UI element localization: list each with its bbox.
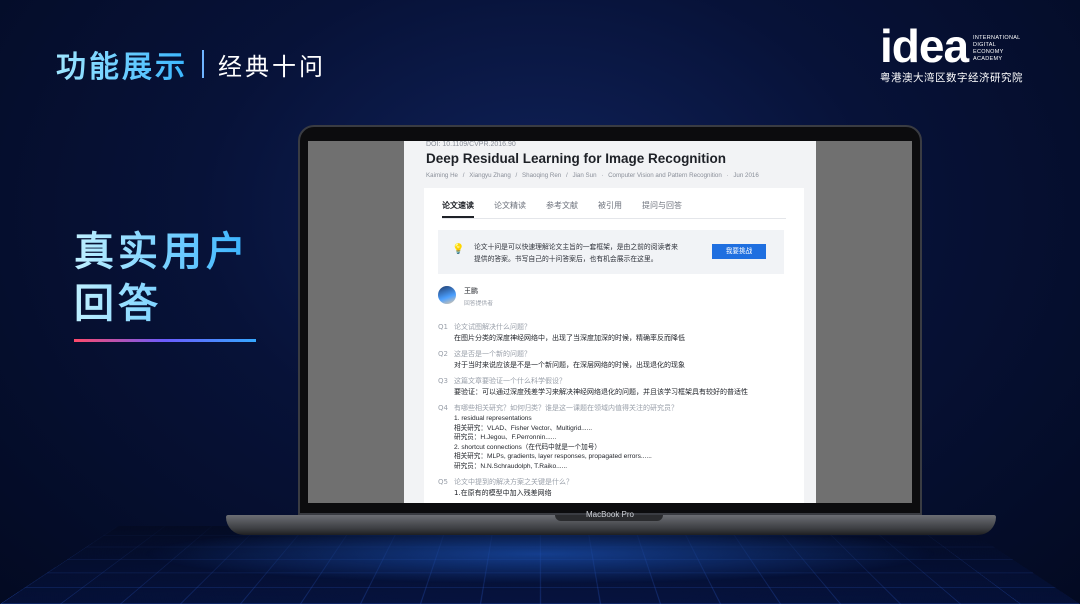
- info-notice: 💡 论文十问是可以快速理解论文主旨的一套框架，是由之前的阅读者来提供的答案。书写…: [438, 230, 784, 274]
- logo-side-text: INTERNATIONAL DIGITAL ECONOMY ACADEMY: [973, 35, 1021, 62]
- slide-subtitle: 经典十问: [218, 52, 326, 81]
- author-link[interactable]: Kaiming He: [426, 172, 458, 179]
- paper-title: Deep Residual Learning for Image Recogni…: [426, 151, 727, 166]
- avatar[interactable]: [438, 286, 456, 304]
- logo-chinese-name: 粤港澳大湾区数字经济研究院: [880, 72, 1023, 84]
- question: Q4 有哪些相关研究？如何归类？谁是这一课题在领域内值得关注的研究员？: [438, 404, 678, 412]
- content-card: 论文速读 论文精读 参考文献 被引用 提问与回答 💡 论文十问是可以快速理解论文…: [424, 188, 804, 503]
- answer: 1.在原有的模型中加入残差网络: [454, 489, 552, 497]
- tab-bar: 论文速读 论文精读 参考文献 被引用 提问与回答: [442, 200, 786, 219]
- question: Q3 这篇文章要验证一个什么科学假设？: [438, 377, 566, 385]
- tab-cited-by[interactable]: 被引用: [598, 200, 622, 218]
- answer: 在图片分类的深度神经网络中，出现了当深度加深的时候，精确率反而降低: [454, 334, 685, 342]
- laptop-screen: DOI: 10.1109/CVPR.2016.90 Deep Residual …: [308, 141, 912, 503]
- question: Q5 论文中提到的解决方案之关键是什么？: [438, 478, 573, 486]
- headline-line-1: 真实用户: [74, 226, 250, 278]
- lightbulb-icon: 💡: [452, 244, 465, 255]
- slide-header: 功能展示 经典十问: [56, 42, 326, 86]
- accent-underline: [74, 339, 256, 342]
- logo-wordmark: idea: [880, 20, 969, 72]
- qa-list: Q1 论文试图解决什么问题？ 在图片分类的深度神经网络中，出现了当深度加深的时候，…: [438, 322, 788, 503]
- answer-list: 1. residual representations 相关研究：VLAD、Fi…: [454, 415, 652, 470]
- tab-quick-read[interactable]: 论文速读: [442, 200, 474, 218]
- notice-text: 论文十问是可以快速理解论文主旨的一套框架，是由之前的阅读者来提供的答案。书写自己…: [474, 243, 678, 263]
- feature-headline: 真实用户 回答: [74, 226, 250, 330]
- author-link[interactable]: Xiangyu Zhang: [469, 172, 511, 179]
- question: Q1 论文试图解决什么问题？: [438, 323, 531, 331]
- answer: 对于当时来说应该是不是一个新问题，在深层网络的时候，出现退化的现象: [454, 361, 685, 369]
- author-link[interactable]: Shaoqing Ren: [522, 172, 561, 179]
- tab-deep-read[interactable]: 论文精读: [494, 200, 526, 218]
- laptop-label: MacBook Pro: [585, 510, 635, 519]
- tab-references[interactable]: 参考文献: [546, 200, 578, 218]
- publish-date: Jun 2016: [733, 172, 759, 179]
- tab-qa[interactable]: 提问与回答: [642, 200, 682, 218]
- answerer-role: 回答提供者: [464, 301, 493, 307]
- paper-page: DOI: 10.1109/CVPR.2016.90 Deep Residual …: [404, 141, 816, 503]
- author-link[interactable]: Jian Sun: [572, 172, 596, 179]
- title-divider: [202, 50, 204, 78]
- idea-logo: idea INTERNATIONAL DIGITAL ECONOMY ACADE…: [880, 20, 1030, 85]
- challenge-button[interactable]: 我要挑战: [712, 244, 766, 259]
- paper-doi: DOI: 10.1109/CVPR.2016.90: [426, 141, 516, 148]
- headline-line-2: 回答: [74, 278, 250, 330]
- question: Q2 这是否是一个新的问题？: [438, 350, 531, 358]
- answerer-name[interactable]: 王鹏: [464, 286, 478, 296]
- slide-title: 功能展示: [56, 42, 188, 86]
- paper-meta: Kaiming He / Xiangyu Zhang / Shaoqing Re…: [426, 172, 759, 179]
- venue-link[interactable]: Computer Vision and Pattern Recognition: [608, 172, 722, 179]
- answer: 要验证：可以通过深度残差学习来解决神经网络退化的问题，并且该学习框架具有较好的普…: [454, 388, 748, 396]
